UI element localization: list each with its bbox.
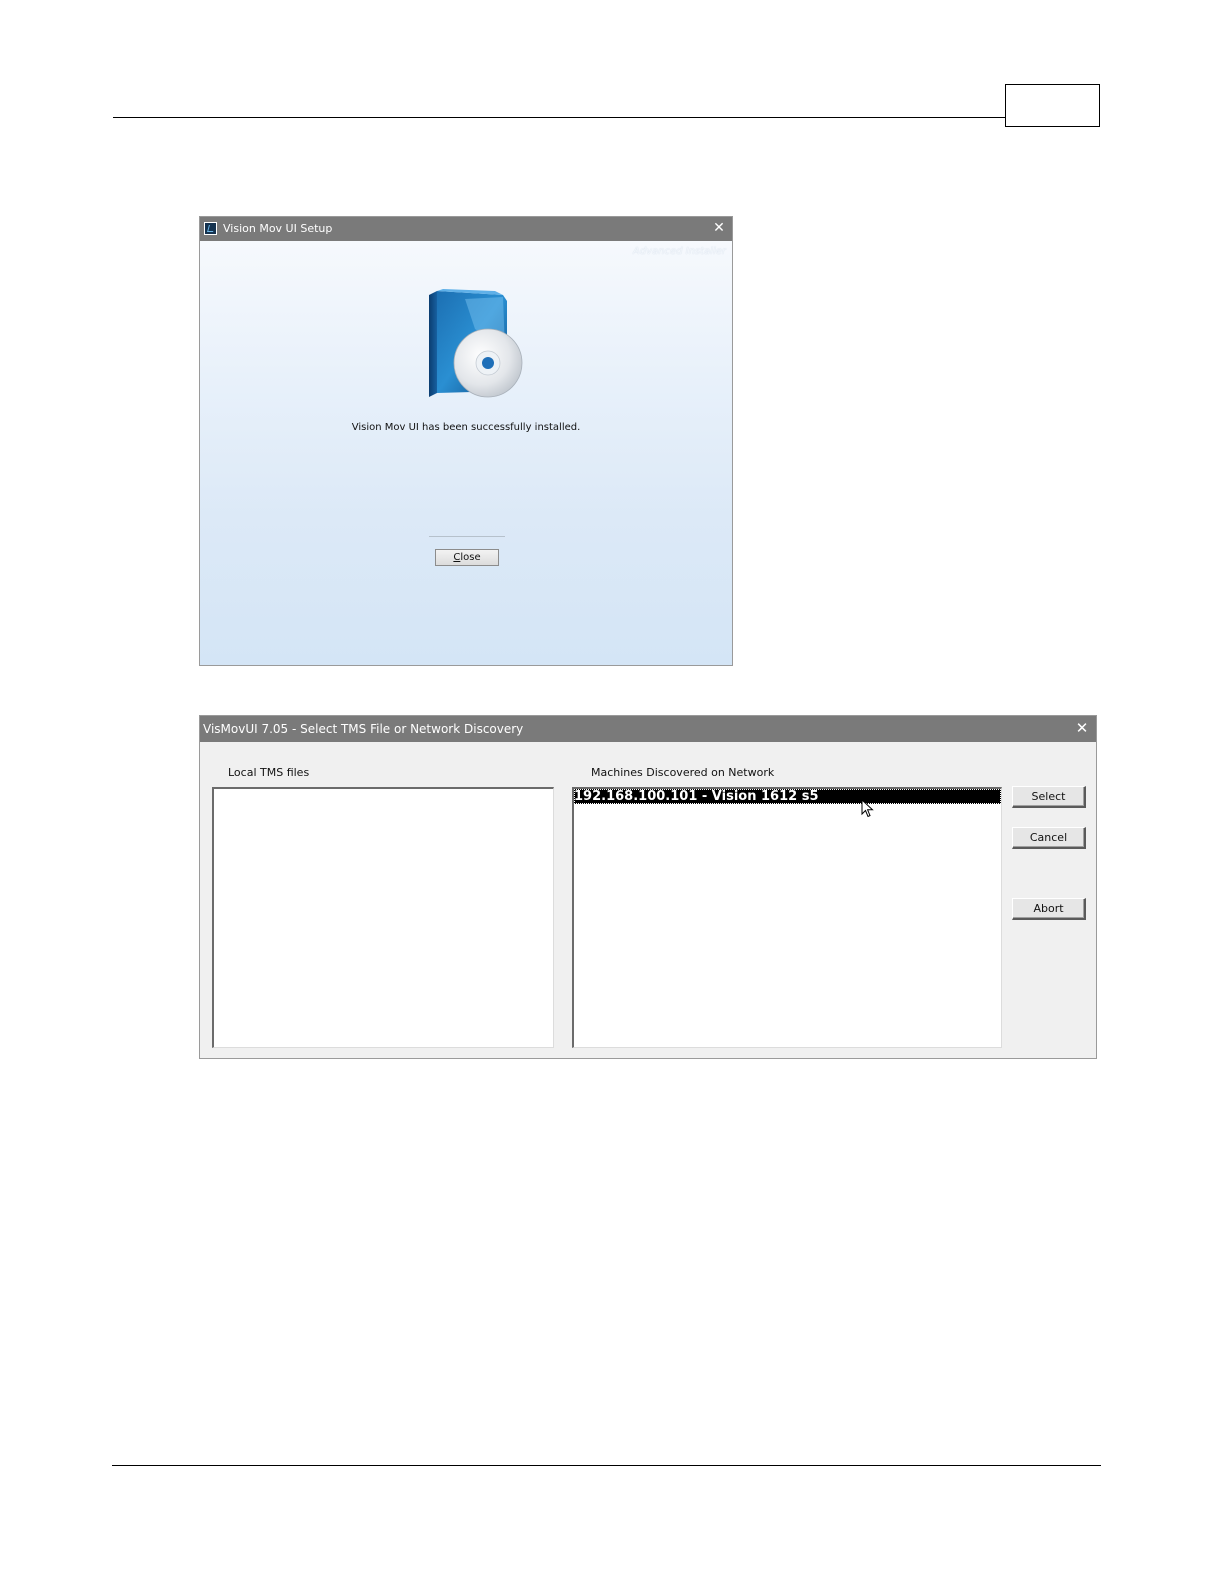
local-tms-files-label: Local TMS files [228,766,310,779]
machines-discovered-label: Machines Discovered on Network [591,766,775,779]
setup-title: Vision Mov UI Setup [223,222,333,235]
setup-titlebar[interactable]: Vision Mov UI Setup ✕ [200,217,732,241]
footer-rule [112,1465,1101,1466]
mouse-pointer-icon [861,799,874,818]
install-success-message: Vision Mov UI has been successfully inst… [351,422,581,433]
close-button[interactable]: Close [435,549,499,566]
discovery-dialog: VisMovUI 7.05 - Select TMS File or Netwo… [199,715,1097,1059]
local-tms-files-list[interactable] [212,787,554,1048]
separator [429,536,505,537]
machine-list-item[interactable]: 192.168.100.101 - Vision 1612 s5 [574,789,1001,804]
product-box-cd-icon [429,289,523,398]
app-icon [204,222,217,235]
close-icon[interactable]: ✕ [1075,720,1089,736]
select-button[interactable]: Select [1012,786,1086,808]
setup-body: Advanced Installer Vision Mov UI has bee… [200,241,732,665]
header-rule [113,117,1006,118]
close-button-label: lose [460,552,481,563]
setup-window: Vision Mov UI Setup ✕ Advanced Installer [199,216,733,666]
discovery-title: VisMovUI 7.05 - Select TMS File or Netwo… [203,722,524,736]
installer-watermark: Advanced Installer [632,246,726,257]
abort-button[interactable]: Abort [1012,898,1086,920]
cancel-button[interactable]: Cancel [1012,827,1086,849]
discovery-titlebar[interactable]: VisMovUI 7.05 - Select TMS File or Netwo… [200,716,1096,742]
page-number-box [1005,84,1100,127]
close-icon[interactable]: ✕ [712,220,726,236]
machines-discovered-list[interactable]: 192.168.100.101 - Vision 1612 s5 [572,787,1002,1048]
